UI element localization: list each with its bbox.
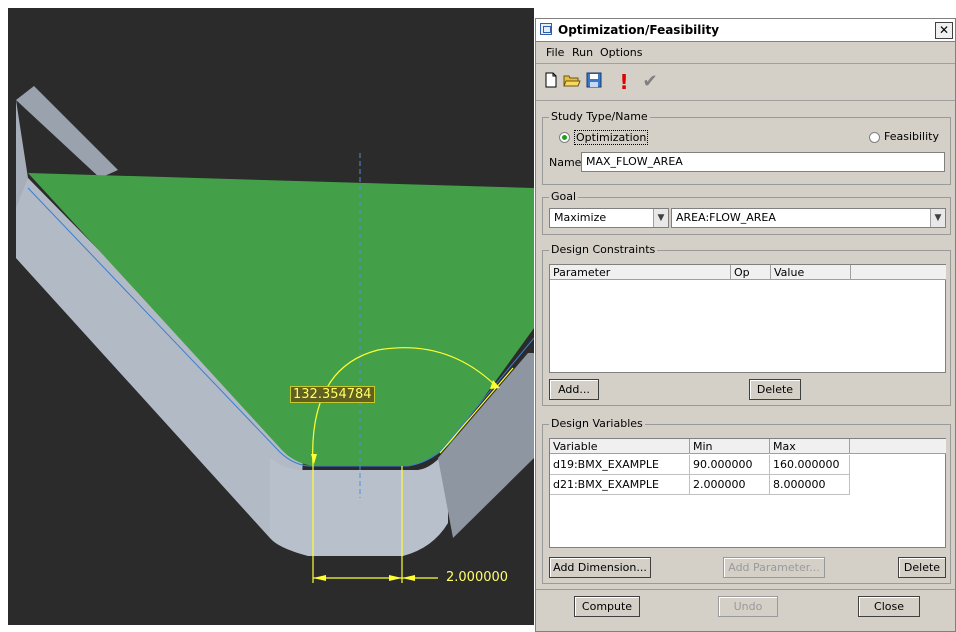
chevron-down-icon[interactable]: ▼	[653, 209, 668, 227]
column-header-min[interactable]: Min	[690, 439, 770, 454]
undo-button[interactable]: Undo	[718, 596, 778, 617]
goal-group-title: Goal	[549, 190, 579, 203]
constraints-group: Design Constraints Parameter Op Value Ad…	[542, 243, 951, 406]
goal-measure-value: AREA:FLOW_AREA	[676, 211, 776, 224]
goal-type-select[interactable]: Maximize ▼	[549, 208, 669, 228]
open-folder-icon[interactable]	[562, 72, 582, 92]
back-wall	[16, 86, 118, 178]
column-header-empty	[851, 265, 946, 280]
constraints-group-title: Design Constraints	[549, 243, 658, 256]
column-header-parameter[interactable]: Parameter	[550, 265, 731, 280]
model-viewport[interactable]: 132.354784 2.000000	[8, 8, 534, 625]
new-file-icon[interactable]	[541, 72, 561, 92]
column-header-op[interactable]: Op	[731, 265, 771, 280]
add-parameter-button[interactable]: Add Parameter...	[723, 557, 825, 578]
angle-dimension-label[interactable]: 132.354784	[290, 386, 375, 403]
delete-variable-button[interactable]: Delete	[898, 557, 946, 578]
chevron-down-icon[interactable]: ▼	[930, 209, 945, 227]
column-header-max[interactable]: Max	[770, 439, 850, 454]
table-cell-min[interactable]: 2.000000	[690, 475, 770, 495]
length-dimension-label[interactable]: 2.000000	[446, 570, 508, 585]
goal-type-value: Maximize	[554, 211, 607, 224]
close-icon[interactable]: ✕	[935, 22, 953, 39]
add-constraint-button[interactable]: Add...	[549, 379, 599, 400]
study-group-title: Study Type/Name	[549, 110, 650, 123]
run-icon[interactable]: !	[614, 72, 634, 92]
dialog-titlebar[interactable]: Optimization/Feasibility ✕	[536, 19, 955, 42]
table-cell-max[interactable]: 8.000000	[770, 475, 850, 495]
study-group: Study Type/Name Optimization Feasibility…	[542, 110, 951, 185]
delete-constraint-button[interactable]: Delete	[749, 379, 801, 400]
menu-run[interactable]: Run	[572, 46, 593, 59]
feasibility-radio[interactable]	[869, 132, 880, 143]
column-header-value[interactable]: Value	[771, 265, 851, 280]
menu-bar: File Run Options	[536, 42, 955, 62]
toolbar: ! ✔	[536, 63, 955, 101]
variables-table[interactable]: Variable Min Max d19:BMX_EXAMPLE 90.0000…	[549, 438, 946, 548]
menu-file[interactable]: File	[546, 46, 564, 59]
add-dimension-button[interactable]: Add Dimension...	[549, 557, 651, 578]
footer-divider	[536, 589, 955, 590]
accept-check-icon[interactable]: ✔	[640, 72, 660, 92]
variables-group-title: Design Variables	[549, 417, 645, 430]
model-graphic	[16, 86, 534, 583]
feasibility-radio-label[interactable]: Feasibility	[884, 130, 939, 143]
menu-options[interactable]: Options	[600, 46, 642, 59]
close-button[interactable]: Close	[858, 596, 920, 617]
window-icon	[540, 23, 552, 35]
column-header-variable[interactable]: Variable	[550, 439, 690, 454]
goal-group: Goal Maximize ▼ AREA:FLOW_AREA ▼	[542, 190, 951, 235]
table-cell-max[interactable]: 160.000000	[770, 455, 850, 475]
compute-button[interactable]: Compute	[574, 596, 640, 617]
save-icon[interactable]	[584, 72, 604, 92]
variables-group: Design Variables Variable Min Max d19:BM…	[542, 417, 951, 584]
table-cell-variable[interactable]: d21:BMX_EXAMPLE	[550, 475, 690, 495]
optimization-radio-label[interactable]: Optimization	[574, 130, 649, 145]
table-cell-min[interactable]: 90.000000	[690, 455, 770, 475]
name-label: Name	[549, 156, 582, 169]
optimization-dialog: Optimization/Feasibility ✕ File Run Opti…	[535, 18, 956, 632]
column-header-empty	[850, 439, 946, 454]
table-cell-variable[interactable]: d19:BMX_EXAMPLE	[550, 455, 690, 475]
constraints-table[interactable]: Parameter Op Value	[549, 264, 946, 373]
goal-measure-select[interactable]: AREA:FLOW_AREA ▼	[671, 208, 946, 228]
study-name-input[interactable]: MAX_FLOW_AREA	[581, 152, 945, 172]
optimization-radio[interactable]	[559, 132, 570, 143]
dialog-title: Optimization/Feasibility	[558, 23, 720, 37]
